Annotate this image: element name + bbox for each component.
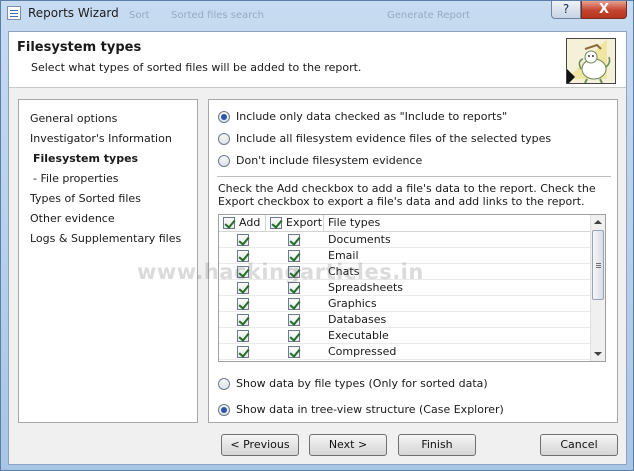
table-row[interactable]: Documents	[219, 232, 591, 248]
close-button[interactable]: X	[581, 1, 627, 19]
divider	[217, 176, 611, 177]
add-all-checkbox[interactable]	[223, 216, 235, 229]
add-checkbox[interactable]	[237, 298, 249, 310]
reports-wizard-window: Reports Wizard Sort Sorted files search …	[0, 0, 634, 471]
export-checkbox[interactable]	[288, 282, 300, 294]
table-row[interactable]: Databases	[219, 312, 591, 328]
tree-view-option[interactable]: Show data in tree-view structure (Case E…	[218, 403, 504, 416]
file-type-name: Executable	[328, 329, 389, 342]
wizard-client-area: Filesystem types Select what types of so…	[8, 31, 627, 465]
add-column-label: Add	[239, 216, 261, 229]
nav-item-types-of-sorted-files[interactable]: Types of Sorted files	[30, 192, 141, 205]
add-checkbox[interactable]	[237, 266, 249, 278]
radio-include-checked[interactable]	[218, 110, 230, 123]
filesystem-options-panel: Include only data checked as "Include to…	[208, 99, 618, 423]
export-checkbox[interactable]	[288, 234, 300, 246]
app-icon	[7, 6, 21, 20]
nav-item-other-evidence[interactable]: Other evidence	[30, 212, 115, 225]
table-row[interactable]: Compressed	[219, 344, 591, 360]
ghost-toolbar-item: Sort	[129, 10, 150, 21]
page-title: Filesystem types	[17, 40, 142, 55]
file-type-name: Compressed	[328, 345, 397, 358]
by-file-types-label: Show data by file types (Only for sorted…	[236, 377, 488, 390]
previous-button[interactable]: < Previous	[221, 434, 299, 456]
file-type-name: Email	[328, 249, 359, 262]
tree-view-label: Show data in tree-view structure (Case E…	[236, 403, 504, 416]
radio-by-file-types[interactable]	[218, 377, 230, 390]
export-checkbox[interactable]	[288, 266, 300, 278]
ghost-toolbar-item: Generate Report	[387, 10, 471, 21]
include-all-option[interactable]: Include all filesystem evidence files of…	[218, 132, 551, 145]
export-all-checkbox[interactable]	[270, 216, 282, 229]
file-types-grid[interactable]: Add Export File types Documents Email Ch…	[218, 214, 606, 362]
file-type-name: Multimedia	[328, 361, 389, 362]
export-checkbox[interactable]	[288, 298, 300, 310]
export-checkbox[interactable]	[288, 330, 300, 342]
add-checkbox[interactable]	[237, 346, 249, 358]
by-file-types-option[interactable]: Show data by file types (Only for sorted…	[218, 377, 488, 390]
radio-dont-include[interactable]	[218, 154, 230, 167]
file-type-name: Chats	[328, 265, 360, 278]
add-checkbox[interactable]	[237, 250, 249, 262]
wizard-header: Filesystem types Select what types of so…	[9, 32, 626, 88]
file-type-name: Databases	[328, 313, 387, 326]
grid-header: Add Export File types	[219, 215, 591, 232]
add-checkbox[interactable]	[237, 282, 249, 294]
cancel-button[interactable]: Cancel	[540, 434, 618, 456]
file-type-name: Graphics	[328, 297, 377, 310]
nav-item-general-options[interactable]: General options	[30, 112, 117, 125]
nav-item-filesystem-types[interactable]: Filesystem types	[33, 152, 138, 165]
instructions-text: Check the Add checkbox to add a file's d…	[218, 182, 596, 208]
window-title: Reports Wizard	[28, 6, 119, 20]
dont-include-option[interactable]: Don't include filesystem evidence	[218, 154, 422, 167]
nav-item-file-properties[interactable]: - File properties	[33, 172, 119, 185]
radio-include-all[interactable]	[218, 132, 230, 145]
ghost-toolbar-item: Sorted files search	[171, 10, 265, 21]
export-column-label: Export	[286, 216, 323, 229]
nav-item-investigator-information[interactable]: Investigator's Information	[30, 132, 172, 145]
include-all-label: Include all filesystem evidence files of…	[236, 132, 552, 145]
nav-item-logs-supplementary[interactable]: Logs & Supplementary files	[30, 232, 181, 245]
dont-include-label: Don't include filesystem evidence	[236, 154, 423, 167]
scroll-up-icon[interactable]	[594, 220, 602, 224]
export-checkbox[interactable]	[288, 250, 300, 262]
title-bar[interactable]: Reports Wizard Sort Sorted files search …	[1, 1, 633, 25]
table-row[interactable]: Graphics	[219, 296, 591, 312]
file-types-column-header[interactable]: File types	[328, 216, 380, 229]
file-type-name: Spreadsheets	[328, 281, 404, 294]
include-checked-option[interactable]: Include only data checked as "Include to…	[218, 110, 507, 123]
scroll-thumb[interactable]	[592, 230, 604, 300]
export-column-header[interactable]: Export	[270, 216, 322, 229]
add-checkbox[interactable]	[237, 314, 249, 326]
file-type-name: Documents	[328, 233, 391, 246]
grid-scrollbar[interactable]	[590, 215, 605, 361]
add-checkbox[interactable]	[237, 234, 249, 246]
export-checkbox[interactable]	[288, 346, 300, 358]
help-button[interactable]: ?	[551, 1, 581, 19]
include-checked-label: Include only data checked as "Include to…	[236, 110, 508, 123]
table-row[interactable]: Email	[219, 248, 591, 264]
wizard-logo-icon	[566, 38, 616, 84]
add-column-header[interactable]: Add	[223, 216, 260, 229]
finish-button[interactable]: Finish	[398, 434, 476, 456]
scroll-down-icon[interactable]	[594, 352, 602, 356]
radio-tree-view[interactable]	[218, 403, 230, 416]
table-row[interactable]: Chats	[219, 264, 591, 280]
file-types-column-label: File types	[328, 216, 381, 229]
add-checkbox[interactable]	[237, 330, 249, 342]
page-subtitle: Select what types of sorted files will b…	[31, 61, 362, 74]
wizard-step-nav: General options Investigator's Informati…	[18, 99, 198, 423]
table-row[interactable]: Spreadsheets	[219, 280, 591, 296]
next-button[interactable]: Next >	[309, 434, 387, 456]
table-row[interactable]: Multimedia	[219, 360, 591, 362]
export-checkbox[interactable]	[288, 314, 300, 326]
table-row[interactable]: Executable	[219, 328, 591, 344]
